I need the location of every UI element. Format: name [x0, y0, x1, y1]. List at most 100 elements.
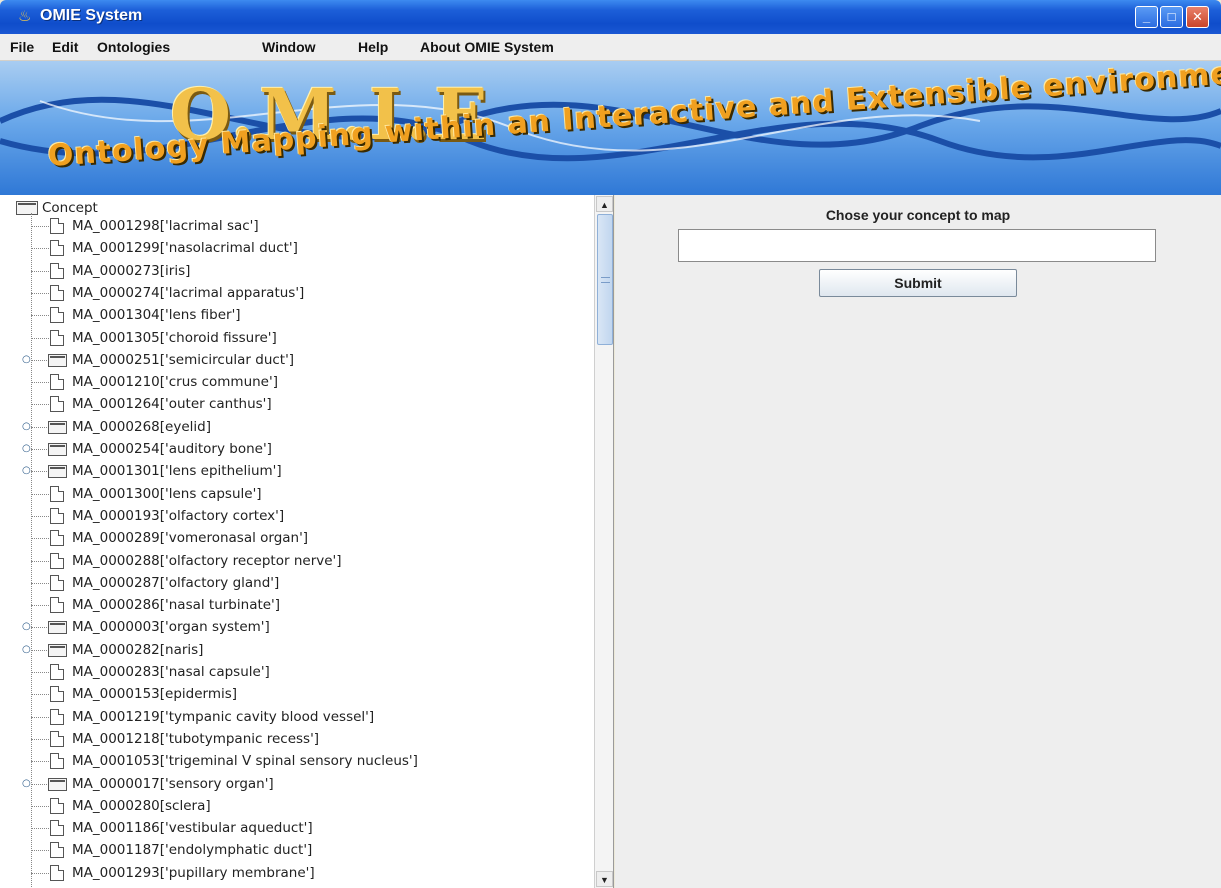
minimize-icon: _ [1142, 9, 1151, 24]
menu-about[interactable]: About OMIE System [420, 39, 554, 55]
concept-tree: Concept MA_0001298['lacrimal sac'] MA_000… [0, 195, 594, 888]
file-icon [50, 597, 64, 614]
tree-connector [31, 226, 49, 227]
tree-node-label: MA_0000274['lacrimal apparatus'] [72, 284, 305, 301]
title-bar[interactable]: ♨ OMIE System _ □ ✕ [0, 0, 1221, 34]
concept-input[interactable] [678, 229, 1156, 262]
tree-connector [31, 605, 49, 607]
scroll-down-button[interactable]: ▼ [596, 871, 613, 887]
tree-connector [31, 672, 49, 673]
tree-node-label: MA_0001305['choroid fissure'] [72, 329, 277, 346]
tree-connector [31, 582, 49, 584]
file-icon [50, 820, 64, 837]
submit-button[interactable]: Submit [819, 269, 1017, 297]
scroll-thumb[interactable] [597, 214, 613, 345]
tree-connector [31, 382, 49, 384]
tree-connector [31, 359, 49, 361]
file-icon [50, 307, 64, 324]
tree-root-label: Concept [42, 200, 98, 216]
tree-connector [31, 761, 49, 763]
tree-connector [31, 538, 49, 540]
minimize-button[interactable]: _ [1135, 6, 1158, 28]
folder-icon [48, 643, 67, 657]
tree-node-label: MA_0000280[sclera] [72, 797, 211, 814]
tree-node-label: MA_0001293['pupillary membrane'] [72, 864, 315, 881]
menu-bar: File Edit Ontologies Window Help About O… [0, 34, 1221, 61]
tree-connector [31, 649, 49, 651]
expand-handle-icon[interactable]: ○ [22, 354, 31, 366]
folder-icon [48, 621, 67, 635]
tree-connector [31, 716, 49, 718]
tree-node-label: MA_0001187['endolymphatic duct'] [72, 842, 313, 859]
tree-node-label: MA_0000003['organ system'] [72, 619, 270, 636]
tree-node-label: MA_0001186['vestibular aqueduct'] [72, 820, 313, 837]
java-cup-icon: ♨ [18, 8, 32, 25]
maximize-button[interactable]: □ [1160, 6, 1183, 28]
tree-node-label: MA_0000251['semicircular duct'] [72, 351, 295, 368]
file-icon [50, 753, 64, 770]
file-icon [50, 797, 64, 814]
file-icon [50, 240, 64, 257]
tree-node-label: MA_0000282[naris] [72, 641, 204, 658]
menu-file[interactable]: File [10, 39, 34, 55]
tree-connector [31, 292, 49, 294]
tree-node-label: MA_0001298['lacrimal sac'] [72, 218, 259, 234]
file-icon [50, 730, 64, 747]
tree-connector [31, 404, 49, 406]
tree-node-label: MA_0001304['lens fiber'] [72, 307, 241, 324]
file-icon [50, 574, 64, 591]
tree-connector [31, 270, 49, 272]
expand-handle-icon[interactable]: ○ [22, 465, 31, 477]
tree-node-label: MA_0000268[eyelid] [72, 418, 211, 435]
window-title: OMIE System [40, 7, 143, 24]
close-button[interactable]: ✕ [1186, 6, 1209, 28]
file-icon [50, 842, 64, 859]
tree-node-label: MA_0001218['tubotympanic recess'] [72, 730, 320, 747]
expand-handle-icon[interactable]: ○ [22, 778, 31, 790]
tree-scrollbar[interactable]: ▲ ▼ [594, 195, 613, 888]
menu-edit[interactable]: Edit [52, 39, 78, 55]
menu-window[interactable]: Window [262, 39, 316, 55]
mapping-panel: Chose your concept to map Submit [615, 195, 1221, 888]
concept-tree-panel: Concept MA_0001298['lacrimal sac'] MA_000… [0, 195, 614, 888]
tree-connector [31, 471, 49, 473]
grip-icon [601, 277, 610, 283]
close-icon: ✕ [1192, 9, 1203, 24]
expand-handle-icon[interactable]: ○ [22, 644, 31, 656]
tree-connector [31, 627, 49, 629]
tree-node-label: MA_0000254['auditory bone'] [72, 441, 272, 457]
file-icon [50, 218, 64, 234]
tree-connector [31, 828, 49, 830]
tree-connector [31, 449, 49, 450]
menu-ontologies[interactable]: Ontologies [97, 39, 170, 55]
folder-icon [48, 777, 67, 791]
expand-handle-icon[interactable]: ○ [22, 421, 31, 433]
file-icon [50, 552, 64, 569]
file-icon [50, 329, 64, 346]
scroll-up-button[interactable]: ▲ [596, 196, 613, 212]
tree-node-label: MA_0000193['olfactory cortex'] [72, 507, 285, 524]
file-icon [50, 485, 64, 502]
tree-node-label: MA_0001053['trigeminal V spinal sensory … [72, 753, 418, 770]
folder-icon [48, 465, 67, 479]
map-prompt-label: Chose your concept to map [825, 207, 1011, 223]
tree-connector [31, 515, 49, 517]
arrow-down-icon: ▼ [600, 875, 609, 885]
file-icon [50, 530, 64, 547]
tree-node-label: MA_0000288['olfactory receptor nerve'] [72, 552, 342, 569]
tree-node-label: MA_0001300['lens capsule'] [72, 485, 262, 502]
expand-handle-icon[interactable]: ○ [22, 621, 31, 633]
file-icon [50, 374, 64, 391]
tree-node-label: MA_0001219['tympanic cavity blood vessel… [72, 708, 375, 725]
menu-help[interactable]: Help [358, 39, 388, 55]
expand-handle-icon[interactable]: ○ [22, 443, 31, 455]
file-icon [50, 708, 64, 725]
tree-connector [31, 694, 49, 696]
tree-node-label: MA_0000017['sensory organ'] [72, 775, 274, 792]
folder-icon [48, 353, 67, 367]
tree-connector [31, 738, 49, 740]
tree-connector [31, 783, 49, 785]
file-icon [50, 864, 64, 881]
folder-icon [48, 420, 67, 434]
tree-node-label: MA_0000287['olfactory gland'] [72, 574, 280, 591]
